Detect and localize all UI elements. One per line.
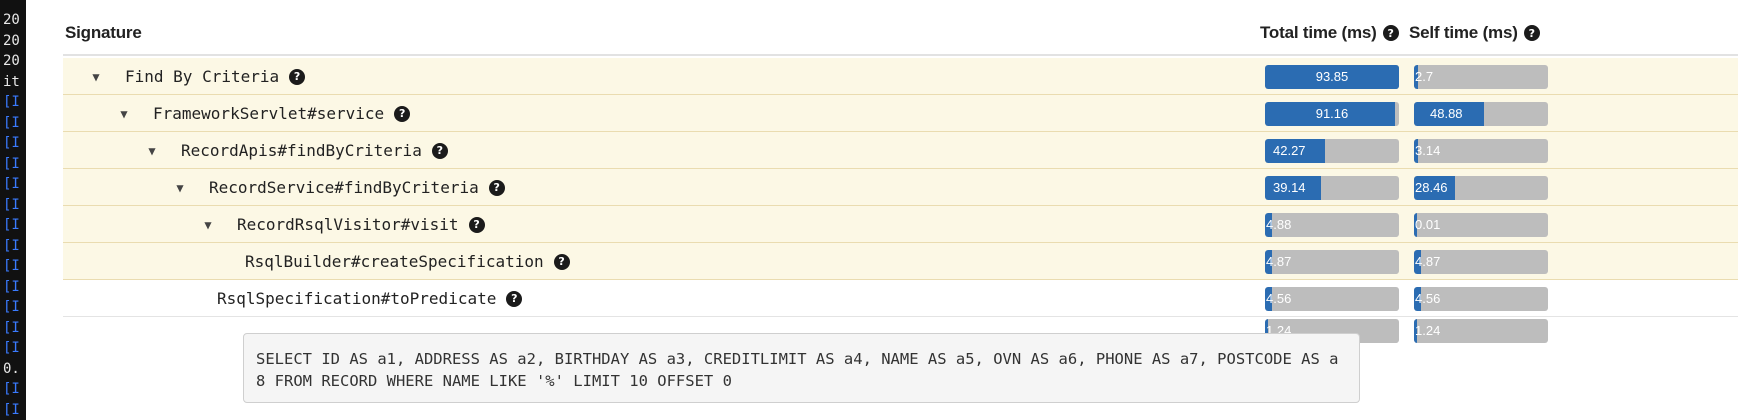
total-time-value: 39.14 [1273, 180, 1306, 195]
trace-label[interactable]: RecordApis#findByCriteria [181, 141, 422, 160]
terminal-line: [I [3, 114, 20, 131]
terminal-line: 20 [3, 12, 20, 28]
total-time-bar: 42.27 [1265, 139, 1399, 163]
trace-label[interactable]: FrameworkServlet#service [153, 104, 384, 123]
self-time-bar: 3.14 [1414, 139, 1548, 163]
trace-signature: ▼ FrameworkServlet#service ? [117, 95, 411, 132]
self-time-value: 2.7 [1415, 69, 1434, 84]
trace-label[interactable]: RsqlSpecification#toPredicate [217, 289, 496, 308]
self-time-bar: 28.46 [1414, 176, 1548, 200]
trace-signature: ▼ Find By Criteria ? [89, 58, 306, 95]
total-time-bar: 93.85 [1265, 65, 1399, 89]
total-time-value: 42.27 [1273, 143, 1306, 158]
terminal-line: [I [3, 237, 20, 254]
terminal-line: [I [3, 176, 20, 192]
total-time-value: 4.87 [1266, 254, 1292, 269]
self-time-value: 1.24 [1415, 323, 1441, 338]
sql-self-time-bar: 1.24 [1414, 319, 1548, 343]
terminal-line: [I [3, 299, 20, 315]
terminal-line: [I [3, 217, 20, 233]
self-time-value: 28.46 [1415, 180, 1448, 195]
self-time-value: 4.56 [1415, 291, 1441, 306]
question-circle-icon[interactable]: ? [431, 142, 448, 159]
terminal-line: [I [3, 196, 20, 213]
terminal-line: [I [3, 319, 20, 336]
terminal-line: [I [3, 381, 20, 397]
trace-label[interactable]: RecordService#findByCriteria [209, 178, 479, 197]
trace-signature: RsqlSpecification#toPredicate ? [217, 280, 523, 317]
trace-row[interactable]: ▼ FrameworkServlet#service ? 91.16 48.88 [63, 95, 1738, 132]
self-time-bar: 4.87 [1414, 250, 1548, 274]
trace-row[interactable]: ▼ RecordRsqlVisitor#visit ? 4.88 0.01 [63, 206, 1738, 243]
caret-down-icon[interactable]: ▼ [89, 70, 103, 84]
terminal-line: [I [3, 401, 20, 418]
question-circle-icon[interactable]: ? [468, 216, 485, 233]
self-time-value: 3.14 [1415, 143, 1441, 158]
trace-row[interactable]: ▼ RecordApis#findByCriteria ? 42.27 3.14 [63, 132, 1738, 169]
total-time-value: 4.88 [1266, 217, 1292, 232]
terminal-line: 0. [3, 360, 20, 377]
trace-row[interactable]: RsqlBuilder#createSpecification ? 4.87 4… [63, 243, 1738, 280]
question-circle-icon[interactable]: ? [488, 179, 505, 196]
caret-down-icon[interactable]: ▼ [201, 218, 215, 232]
self-time-bar: 48.88 [1414, 102, 1548, 126]
self-time-bar: 4.56 [1414, 287, 1548, 311]
question-circle-icon[interactable]: ? [1382, 25, 1399, 41]
total-time-value: 91.16 [1315, 106, 1349, 121]
caret-down-icon[interactable]: ▼ [117, 107, 131, 121]
terminal-line: [I [3, 155, 20, 172]
trace-panel: Signature Total time (ms) ? Self time (m… [63, 0, 1738, 420]
terminal-line: 20 [3, 53, 20, 69]
total-time-bar: 4.88 [1265, 213, 1399, 237]
question-circle-icon[interactable]: ? [289, 68, 306, 85]
trace-signature: ▼ RecordRsqlVisitor#visit ? [201, 206, 485, 243]
self-time-bar: 2.7 [1414, 65, 1548, 89]
total-time-bar: 91.16 [1265, 102, 1399, 126]
signature-column-header: Signature [65, 23, 142, 42]
total-time-bar: 4.87 [1265, 250, 1399, 274]
caret-down-icon[interactable]: ▼ [145, 144, 159, 158]
sql-query-box[interactable]: SELECT ID AS a1, ADDRESS AS a2, BIRTHDAY… [243, 333, 1360, 403]
question-circle-icon[interactable]: ? [506, 290, 523, 307]
caret-down-icon[interactable]: ▼ [173, 181, 187, 195]
trace-signature: ▼ RecordApis#findByCriteria ? [145, 132, 448, 169]
question-circle-icon[interactable]: ? [1523, 25, 1540, 41]
total-time-column-header[interactable]: Total time (ms) ? [1260, 23, 1399, 43]
table-header: Signature Total time (ms) ? Self time (m… [63, 0, 1738, 56]
terminal-line: [I [3, 278, 20, 295]
trace-label[interactable]: RecordRsqlVisitor#visit [237, 215, 459, 234]
terminal-line: it [3, 73, 20, 90]
terminal-line: [I [3, 94, 20, 110]
self-time-column-header[interactable]: Self time (ms) ? [1409, 23, 1540, 43]
trace-row[interactable]: ▼ RecordService#findByCriteria ? 39.14 2… [63, 169, 1738, 206]
terminal-line: [I [3, 258, 20, 274]
question-circle-icon[interactable]: ? [394, 105, 411, 122]
self-time-value: 0.01 [1415, 217, 1441, 232]
self-time-value: 4.87 [1415, 254, 1441, 269]
self-time-value: 48.88 [1430, 106, 1463, 121]
question-circle-icon[interactable]: ? [553, 253, 570, 270]
total-time-bar: 39.14 [1265, 176, 1399, 200]
self-time-bar: 0.01 [1414, 213, 1548, 237]
terminal-line: [I [3, 135, 20, 151]
trace-label[interactable]: Find By Criteria [125, 67, 279, 86]
trace-row[interactable]: RsqlSpecification#toPredicate ? 4.56 4.5… [63, 280, 1738, 317]
terminal-line: 20 [3, 32, 20, 49]
terminal-background: 20 20 20 it [I [I [I [I [I [I [I [I [I [… [0, 0, 26, 420]
trace-signature: RsqlBuilder#createSpecification ? [245, 243, 570, 280]
trace-signature: ▼ RecordService#findByCriteria ? [173, 169, 505, 206]
total-time-bar: 4.56 [1265, 287, 1399, 311]
trace-label[interactable]: RsqlBuilder#createSpecification [245, 252, 544, 271]
total-time-value: 4.56 [1266, 291, 1292, 306]
trace-row[interactable]: ▼ Find By Criteria ? 93.85 2.7 [63, 58, 1738, 95]
terminal-line: [I [3, 340, 20, 356]
total-time-value: 93.85 [1315, 69, 1349, 84]
